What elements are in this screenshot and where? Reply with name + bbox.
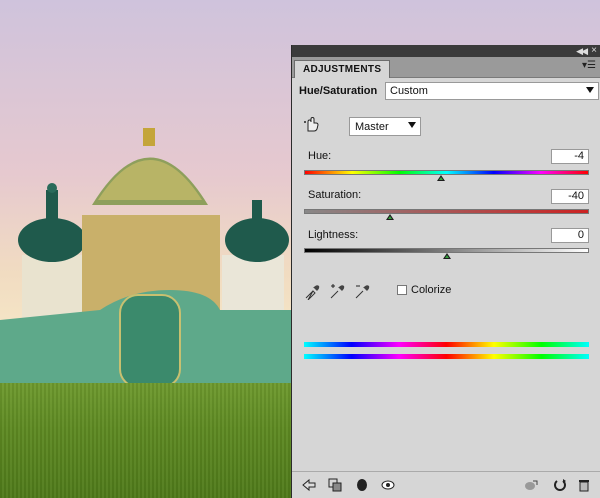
adjustment-header: Hue/Saturation Custom — [299, 82, 599, 100]
saturation-label: Saturation: — [308, 189, 362, 201]
panel-footer — [292, 471, 600, 498]
lightness-value-field[interactable]: 0 — [551, 228, 589, 243]
colorize-checkbox[interactable] — [397, 285, 407, 295]
saturation-slider-track[interactable] — [304, 209, 589, 214]
input-color-bar — [304, 342, 589, 347]
eyedropper-icon[interactable] — [304, 284, 320, 300]
adjustment-title: Hue/Saturation — [299, 85, 378, 97]
reset-icon[interactable] — [553, 478, 567, 492]
eyedropper-plus-icon[interactable] — [329, 284, 345, 300]
double-chevron-icon[interactable]: ◀◀ — [576, 46, 588, 56]
tab-adjustments[interactable]: ADJUSTMENTS — [294, 60, 391, 78]
clip-to-layer-icon[interactable] — [328, 478, 342, 492]
mask-icon[interactable] — [355, 478, 369, 492]
back-arrow-icon[interactable] — [302, 478, 316, 492]
saturation-value-field[interactable]: -40 — [551, 189, 589, 204]
hue-slider-track[interactable] — [304, 170, 589, 175]
preset-dropdown[interactable]: Custom — [385, 82, 599, 100]
eyedropper-minus-icon[interactable] — [354, 284, 370, 300]
hue-label: Hue: — [308, 150, 332, 162]
close-icon[interactable]: × — [591, 45, 597, 56]
trash-icon[interactable] — [577, 478, 591, 492]
channel-dropdown[interactable]: Master — [349, 117, 421, 136]
output-color-bar — [304, 354, 589, 359]
panel-menu-icon[interactable]: ▾☰ — [582, 60, 596, 71]
lightness-label: Lightness: — [308, 229, 359, 241]
chevron-down-icon — [586, 87, 594, 93]
channel-value: Master — [355, 121, 389, 133]
visibility-eye-icon[interactable] — [381, 478, 395, 492]
panel-tabbar: ADJUSTMENTS ▾☰ — [292, 57, 600, 78]
preset-value: Custom — [390, 85, 428, 97]
chevron-down-icon — [408, 122, 416, 128]
adjustments-panel: ◀◀ × ADJUSTMENTS ▾☰ Hue/Saturation Custo… — [291, 45, 600, 498]
hand-target-icon[interactable] — [303, 116, 319, 132]
panel-title-strip: ◀◀ × — [292, 45, 600, 57]
hue-value-field[interactable]: -4 — [551, 149, 589, 164]
previous-state-icon[interactable] — [524, 478, 538, 492]
colorize-label: Colorize — [411, 284, 452, 296]
